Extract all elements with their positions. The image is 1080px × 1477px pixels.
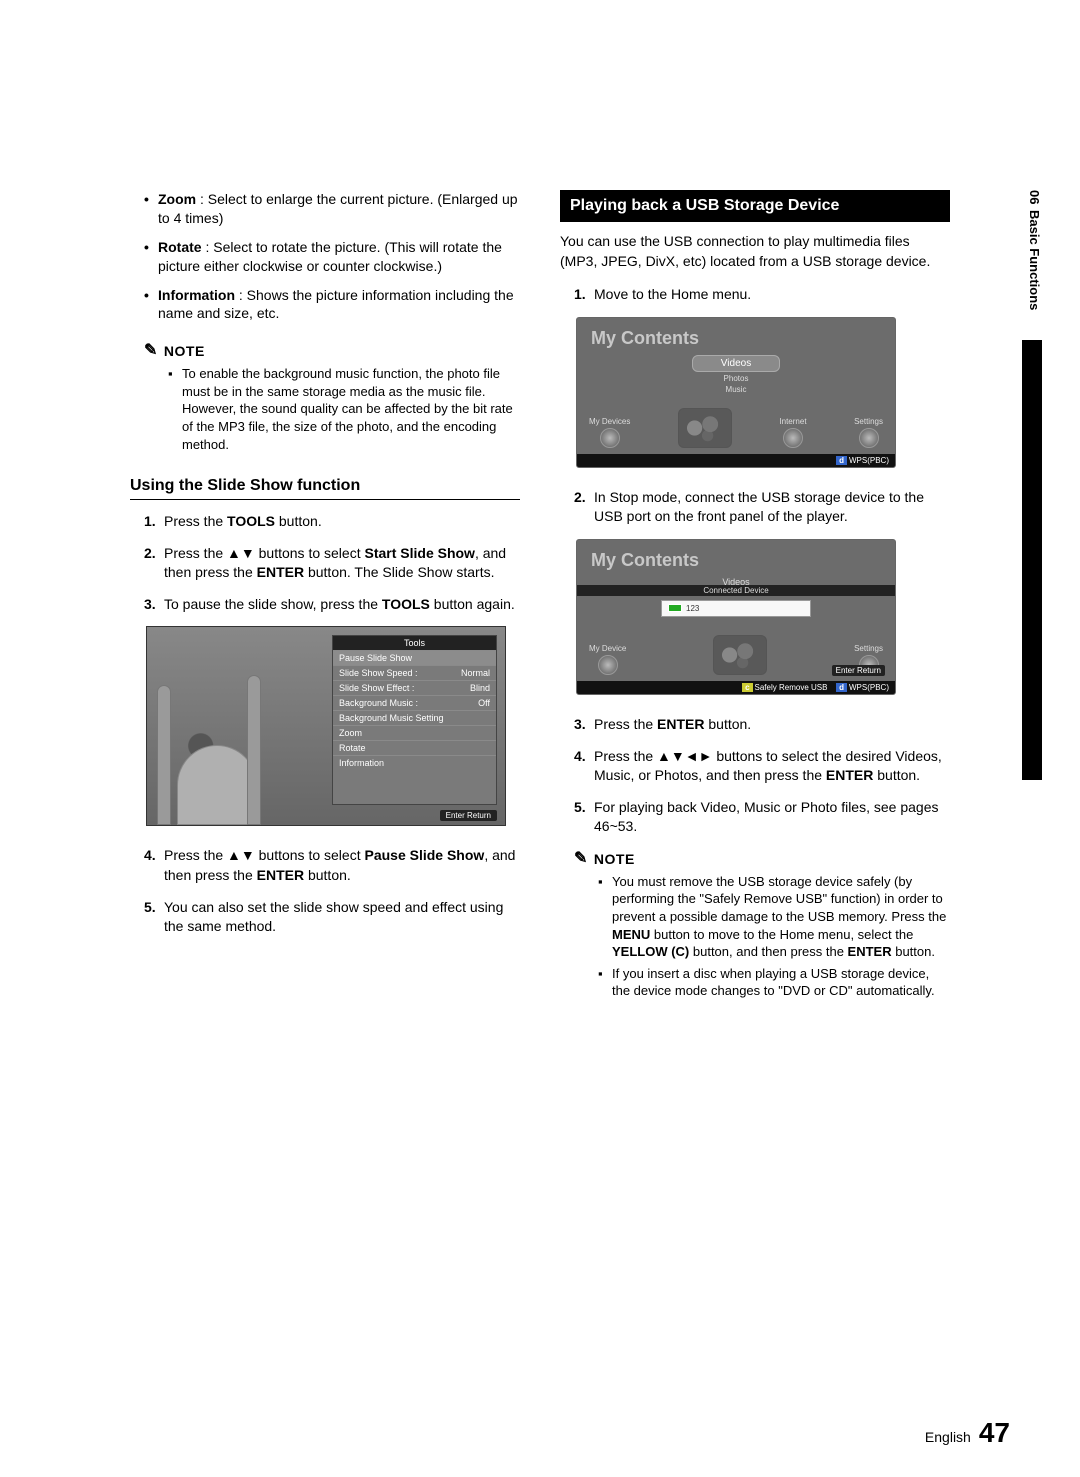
usb-steps-2: In Stop mode, connect the USB storage de… [560,488,950,527]
disc-icon [598,655,618,675]
tools-row-speed[interactable]: Slide Show Speed :Normal [333,665,496,680]
osd-home-menu: My Contents Videos Photos Music My Devic… [576,317,896,468]
osd-dock-label: My Device [589,644,626,653]
osd-dock-gears [713,635,767,675]
note-icon: ✎ [144,340,158,360]
hint-safely-remove: Safely Remove USB [755,683,828,692]
step-item: Press the ▲▼◄► buttons to select the des… [574,747,950,786]
globe-icon [783,428,803,448]
step-item: Move to the Home menu. [574,285,950,305]
osd-tab-music[interactable]: Music [726,385,747,394]
usb-steps-1: Move to the Home menu. [560,285,950,305]
building-dome [177,745,257,825]
note-label-text: NOTE [164,343,205,359]
hint-tag-d: d [836,456,847,465]
step-item: Press the ▲▼ buttons to select Pause Sli… [144,846,520,885]
note-item: If you insert a disc when playing a USB … [598,965,950,1000]
usb-steps-3: Press the ENTER button. Press the ▲▼◄► b… [560,715,950,837]
note-heading: ✎ NOTE [574,849,950,869]
step-item: Press the TOOLS button. [144,512,520,532]
note-list: To enable the background music function,… [130,365,520,453]
note-item: To enable the background music function,… [168,365,520,453]
tools-panel: Tools Pause Slide Show Slide Show Speed … [332,635,497,805]
slide-show-steps-b: Press the ▲▼ buttons to select Pause Sli… [130,846,520,936]
note-list-usb: You must remove the USB storage device s… [560,873,950,1000]
note-item: You must remove the USB storage device s… [598,873,950,961]
chapter-number: 06 [1027,190,1042,204]
tools-row-zoom[interactable]: Zoom [333,725,496,740]
tools-panel-footer: Enter Return [440,810,497,821]
osd-title: My Contents [577,540,895,577]
slide-show-steps-a: Press the TOOLS button. Press the ▲▼ but… [130,512,520,614]
footer-page-number: 47 [979,1417,1010,1449]
step-item: Press the ENTER button. [574,715,950,735]
hint-text: WPS(PBC) [849,456,889,465]
chapter-side-tab: 06 Basic Functions [1027,190,1042,311]
subheading-slide-show: Using the Slide Show function [130,477,520,500]
note-heading: ✎ NOTE [144,341,520,361]
osd-dock-my-devices[interactable]: My Devices [589,417,630,448]
osd-dock-label: My Devices [589,417,630,426]
tools-row-rotate[interactable]: Rotate [333,740,496,755]
gears-icon [713,635,767,675]
osd-connected-device: My Contents Videos Connected Device 123 … [576,539,896,695]
osd-dock-gears [678,408,732,448]
osd-hint-bar: cSafely Remove USB dWPS(PBC) [577,681,895,694]
hint-tag-c: c [742,683,752,692]
hint-wps: WPS(PBC) [849,683,889,692]
tools-row-bgmusic[interactable]: Background Music :Off [333,695,496,710]
osd-category-tabs: Videos Photos Music [577,355,895,394]
usb-icon [668,604,682,612]
osd-hint-bar: dWPS(PBC) [577,454,895,467]
osd-tab-photos[interactable]: Photos [724,374,749,383]
right-column: Playing back a USB Storage Device You ca… [560,190,950,1024]
left-column: Zoom : Select to enlarge the current pic… [130,190,520,1024]
tools-menu-screenshot: Tools Pause Slide Show Slide Show Speed … [146,626,506,826]
step-item: To pause the slide show, press the TOOLS… [144,595,520,615]
osd-dock-my-device[interactable]: My Device [589,644,626,675]
bullet-zoom: Zoom : Select to enlarge the current pic… [144,190,520,228]
osd-dock-label: Settings [854,644,883,653]
osd-dock-internet[interactable]: Internet [779,417,806,448]
osd-dock: My Devices Internet Settings [577,408,895,454]
chapter-title: Basic Functions [1027,210,1042,310]
osd-device-item[interactable]: 123 [661,600,811,617]
step-item: You can also set the slide show speed an… [144,898,520,937]
osd-dock-label: Internet [779,417,806,426]
note-label-text: NOTE [594,851,635,867]
disc-icon [600,428,620,448]
osd-mini-hints: Enter Return [832,665,885,676]
gear-icon [859,428,879,448]
osd-dock-label: Settings [854,417,883,426]
step-item: For playing back Video, Music or Photo f… [574,798,950,837]
tools-panel-header: Tools [333,636,496,650]
tools-row-info[interactable]: Information [333,755,496,770]
step-item: Press the ▲▼ buttons to select Start Sli… [144,544,520,583]
osd-title: My Contents [577,318,895,355]
step-item: In Stop mode, connect the USB storage de… [574,488,950,527]
footer-language: English [925,1429,971,1445]
page-footer: English 47 [925,1417,1010,1449]
hint-tag-d: d [836,683,847,692]
gears-icon [678,408,732,448]
osd-device-label: 123 [686,604,699,613]
osd-dock-settings[interactable]: Settings [854,417,883,448]
tools-row-effect[interactable]: Slide Show Effect :Blind [333,680,496,695]
minaret-right [247,675,261,825]
minaret-left [157,685,171,825]
bullet-rotate: Rotate : Select to rotate the picture. (… [144,238,520,276]
side-thumb-index [1022,340,1042,780]
bullet-information: Information : Shows the picture informat… [144,286,520,324]
feature-bullet-list: Zoom : Select to enlarge the current pic… [130,190,520,323]
osd-tab-videos[interactable]: Videos [692,355,780,372]
note-icon: ✎ [574,848,588,868]
tools-row-bgmusic-setting[interactable]: Background Music Setting [333,710,496,725]
usb-intro-text: You can use the USB connection to play m… [560,232,950,271]
tools-row-pause[interactable]: Pause Slide Show [333,650,496,665]
section-heading-usb: Playing back a USB Storage Device [560,190,950,222]
osd-connected-strip: Connected Device [577,585,895,596]
